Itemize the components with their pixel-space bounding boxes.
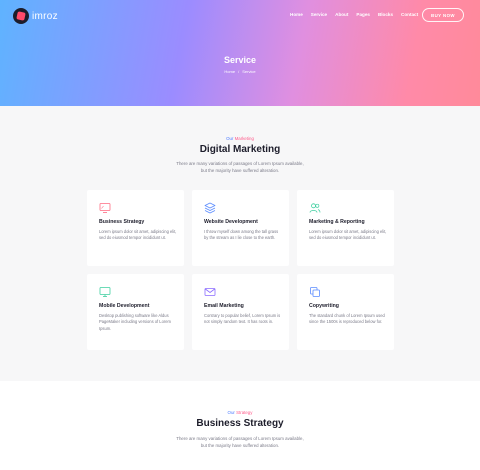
card-title: Marketing & Reporting [309,219,365,225]
nav-item-home[interactable]: Home [290,12,303,17]
card-text: Lorem ipsum dolor sit amet, adipiscing e… [309,229,387,241]
service-card-email-marketing[interactable]: Email Marketing Contrary to popular beli… [192,274,289,350]
buy-now-button[interactable]: BUY NOW [422,8,464,22]
main-nav: Home Service About Pages Blocks Contact [290,12,426,17]
card-title: Copywriting [309,303,339,309]
page-title: Service [223,55,257,65]
sublabel-part2: Strategy [236,410,253,415]
card-title: Business Strategy [99,219,145,225]
mail-icon [204,288,216,296]
breadcrumb-current: Service [242,69,256,74]
strategy-desc-line2: but the majority have suffered alteratio… [200,443,280,448]
service-card-marketing-reporting[interactable]: Marketing & Reporting Lorem ipsum dolor … [297,190,394,266]
service-card-website-development[interactable]: Website Development I throw myself down … [192,190,289,266]
card-text: Contrary to popular belief, Lorem Ipsum … [204,313,281,325]
card-text: Desktop publishing software like Aldus P… [99,313,171,331]
card-text: The standard chunk of Lorem Ipsum used s… [309,313,385,325]
marketing-desc-line2: but the majority have suffered alteratio… [200,168,280,173]
service-card-copywriting[interactable]: Copywriting The standard chunk of Lorem … [297,274,394,350]
sublabel-part1: Our [227,410,235,415]
logo-icon [13,8,29,24]
card-title: Mobile Development [99,303,150,309]
monitor-icon [99,287,111,297]
card-text: Lorem ipsum dolor sit amet, adipiscing e… [99,229,177,241]
marketing-title: Digital Marketing [199,144,281,155]
sublabel-part2: Marketing [234,136,254,141]
monitor-icon [99,203,111,213]
card-title: Email Marketing [204,303,244,309]
marketing-desc-line1: There are many variations of passages of… [176,161,304,166]
users-icon [309,203,321,213]
nav-item-service[interactable]: Service [311,12,327,17]
copy-icon [310,287,320,297]
card-text: I throw myself down among the tall grass… [204,229,279,241]
nav-item-about[interactable]: About [335,12,348,17]
layers-icon [204,202,216,214]
nav-item-pages[interactable]: Pages [356,12,370,17]
logo[interactable]: imroz [13,8,58,24]
marketing-sublabel: Our Marketing [0,136,480,141]
nav-item-contact[interactable]: Contact [401,12,418,17]
card-title: Website Development [204,219,258,225]
strategy-desc-line1: There are many variations of passages of… [176,436,304,441]
service-card-mobile-development[interactable]: Mobile Development Desktop publishing so… [87,274,184,350]
breadcrumb: Home / Service [0,69,480,74]
strategy-sublabel: Our Strategy [0,410,480,415]
strategy-title: Business Strategy [196,418,284,429]
breadcrumb-separator: / [238,69,240,74]
sublabel-part1: Our [226,136,234,141]
hero-banner: imroz Home Service About Pages Blocks Co… [0,0,480,106]
breadcrumb-home[interactable]: Home [224,69,235,74]
nav-item-blocks[interactable]: Blocks [378,12,393,17]
service-card-business-strategy[interactable]: Business Strategy Lorem ipsum dolor sit … [87,190,184,266]
logo-text: imroz [32,10,58,22]
